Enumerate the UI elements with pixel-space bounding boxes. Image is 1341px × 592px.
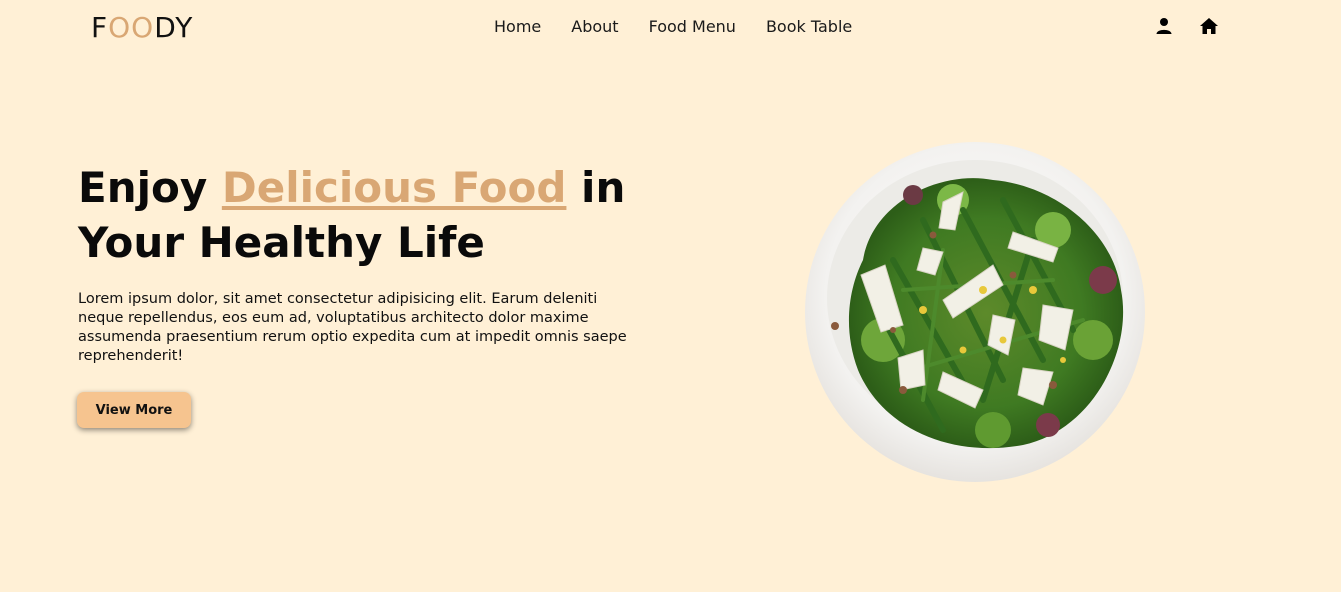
nav-home[interactable]: Home bbox=[494, 17, 541, 37]
main-nav: Home About Food Menu Book Table bbox=[494, 17, 852, 37]
salad-plate-image bbox=[803, 140, 1147, 484]
hero-description: Lorem ipsum dolor, sit amet consectetur … bbox=[78, 291, 627, 364]
nav-about[interactable]: About bbox=[571, 17, 618, 37]
user-icon[interactable] bbox=[1154, 16, 1174, 36]
logo-accent: OO bbox=[108, 11, 155, 44]
hero-title: Enjoy Delicious Food in Your Healthy Lif… bbox=[78, 160, 678, 270]
header-icons bbox=[1154, 16, 1219, 36]
logo-suffix: DY bbox=[154, 11, 194, 44]
home-icon[interactable] bbox=[1199, 16, 1219, 36]
nav-food-menu[interactable]: Food Menu bbox=[649, 17, 736, 37]
view-more-button[interactable]: View More bbox=[77, 392, 191, 428]
logo[interactable]: FOODY bbox=[91, 12, 193, 44]
nav-book-table[interactable]: Book Table bbox=[766, 17, 852, 37]
hero-title-start: Enjoy bbox=[78, 163, 222, 212]
logo-prefix: F bbox=[91, 11, 109, 44]
hero-title-highlight: Delicious Food bbox=[221, 163, 567, 212]
